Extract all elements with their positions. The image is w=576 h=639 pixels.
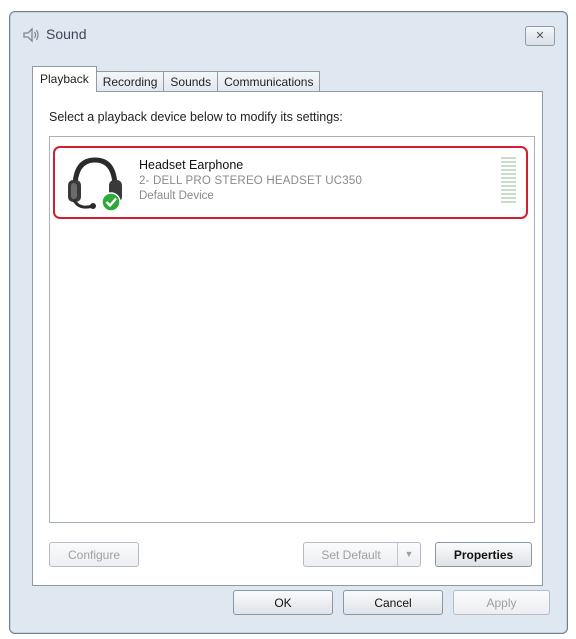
- sound-dialog: Sound ✕ Playback Recording Sounds Commun…: [9, 11, 568, 634]
- speaker-icon: [23, 27, 39, 43]
- set-default-label: Set Default: [321, 548, 381, 562]
- device-item-headset[interactable]: Headset Earphone 2- DELL PRO STEREO HEAD…: [53, 146, 528, 219]
- device-status: Default Device: [139, 190, 214, 202]
- device-list[interactable]: Headset Earphone 2- DELL PRO STEREO HEAD…: [49, 136, 535, 523]
- volume-level-meter: [501, 157, 516, 207]
- window-title: Sound: [46, 26, 87, 42]
- title-bar[interactable]: Sound ✕: [10, 12, 567, 58]
- tab-sounds[interactable]: Sounds: [163, 71, 219, 92]
- apply-button[interactable]: Apply: [453, 590, 550, 615]
- configure-button[interactable]: Configure: [49, 542, 139, 567]
- chevron-down-icon[interactable]: ▼: [397, 543, 420, 566]
- tab-playback[interactable]: Playback: [32, 66, 97, 92]
- tab-strip: Playback Recording Sounds Communications: [32, 66, 321, 92]
- device-name: Headset Earphone: [139, 158, 244, 172]
- headset-icon: [68, 157, 122, 212]
- tab-recording[interactable]: Recording: [95, 71, 165, 92]
- ok-button[interactable]: OK: [233, 590, 333, 615]
- tab-communications[interactable]: Communications: [217, 71, 321, 92]
- cancel-button[interactable]: Cancel: [343, 590, 443, 615]
- instruction-text: Select a playback device below to modify…: [49, 110, 343, 124]
- properties-button[interactable]: Properties: [435, 542, 532, 567]
- playback-panel: Select a playback device below to modify…: [32, 91, 543, 586]
- set-default-button[interactable]: Set Default ▼: [303, 542, 421, 567]
- device-description: 2- DELL PRO STEREO HEADSET UC350: [139, 175, 363, 187]
- close-button[interactable]: ✕: [525, 26, 555, 46]
- green-check-icon: [101, 192, 121, 212]
